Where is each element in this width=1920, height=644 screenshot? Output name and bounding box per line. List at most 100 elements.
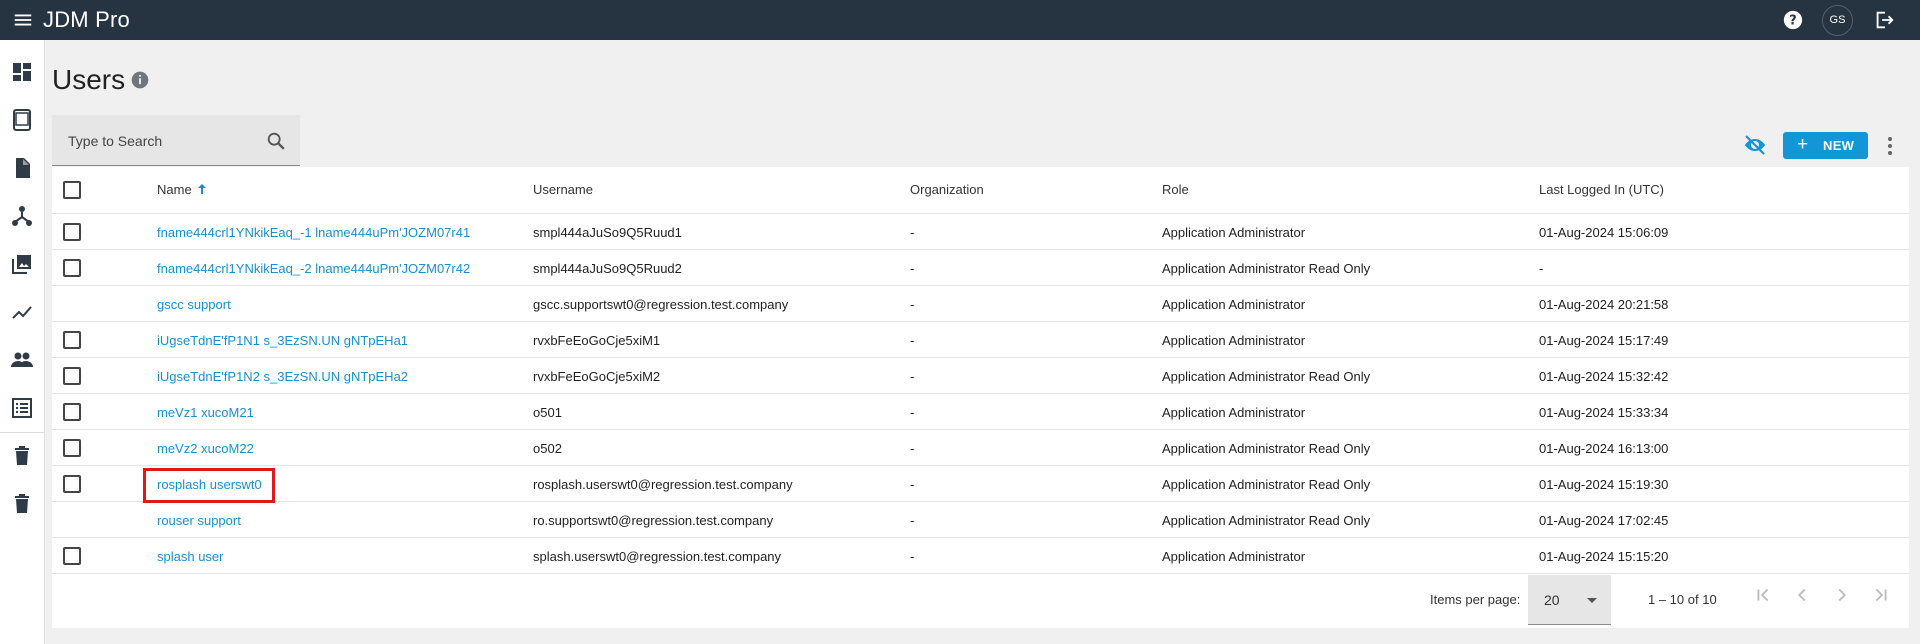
logout-icon[interactable]: [1873, 9, 1895, 31]
row-checkbox[interactable]: [63, 367, 81, 385]
user-name-link[interactable]: meVz2 xucoM22: [157, 441, 254, 456]
last-logged-in-cell: 01-Aug-2024 20:21:58: [1539, 297, 1669, 312]
search-icon[interactable]: [265, 130, 287, 152]
username-cell: splash.userswt0@regression.test.company: [533, 549, 782, 564]
image-library-icon[interactable]: [10, 252, 34, 276]
items-per-page-select[interactable]: 20: [1528, 575, 1611, 625]
search-input[interactable]: [68, 129, 258, 153]
table-row[interactable]: fname444crl1YNkikEaq_-2 lname444uPm'JOZM…: [52, 250, 1909, 286]
plus-icon: +: [1797, 134, 1809, 155]
table-row[interactable]: rouser support ro.supportswt0@regression.…: [52, 502, 1909, 538]
username-cell: rosplash.userswt0@regression.test.compan…: [533, 477, 793, 492]
row-checkbox[interactable]: [63, 403, 81, 421]
last-logged-in-cell: 01-Aug-2024 15:33:34: [1539, 405, 1669, 420]
last-page-icon[interactable]: [1870, 584, 1892, 606]
row-checkbox[interactable]: [63, 223, 81, 241]
column-header-last-logged-in[interactable]: Last Logged In (UTC): [1539, 182, 1664, 197]
organization-cell: -: [910, 261, 915, 276]
help-icon[interactable]: ?: [1782, 9, 1804, 31]
organization-cell: -: [910, 477, 915, 492]
user-name-link[interactable]: rouser support: [157, 513, 241, 528]
dropdown-caret-icon: [1587, 598, 1597, 603]
column-header-name[interactable]: Name: [157, 182, 208, 197]
row-checkbox[interactable]: [63, 475, 81, 493]
hierarchy-icon[interactable]: [10, 204, 34, 228]
trash-icon[interactable]: [10, 444, 34, 468]
items-per-page-value: 20: [1544, 592, 1560, 608]
username-cell: gscc.supportswt0@regression.test.company: [533, 297, 789, 312]
user-name-link[interactable]: fname444crl1YNkikEaq_-2 lname444uPm'JOZM…: [157, 261, 470, 276]
column-header-name-label: Name: [157, 182, 192, 197]
username-cell: o501: [533, 405, 562, 420]
previous-page-icon[interactable]: [1791, 584, 1813, 606]
column-header-role[interactable]: Role: [1162, 182, 1189, 197]
user-name-link[interactable]: iUgseTdnE'fP1N1 s_3EzSN.UN gNTpEHa1: [157, 333, 408, 348]
list-icon[interactable]: [10, 396, 34, 420]
role-cell: Application Administrator Read Only: [1162, 441, 1371, 456]
table-row[interactable]: gscc support gscc.supportswt0@regression.…: [52, 286, 1909, 322]
user-avatar[interactable]: GS: [1822, 5, 1853, 36]
select-all-checkbox[interactable]: [63, 181, 81, 199]
table-row[interactable]: fname444crl1YNkikEaq_-1 lname444uPm'JOZM…: [52, 214, 1909, 250]
username-cell: rvxbFeEoGoCje5xiM1: [533, 333, 661, 348]
user-name-link[interactable]: meVz1 xucoM21: [157, 405, 254, 420]
username-cell: ro.supportswt0@regression.test.company: [533, 513, 774, 528]
row-checkbox[interactable]: [63, 547, 81, 565]
role-cell: Application Administrator Read Only: [1162, 261, 1371, 276]
role-cell: Application Administrator: [1162, 225, 1306, 240]
table-row[interactable]: iUgseTdnE'fP1N1 s_3EzSN.UN gNTpEHa1 rvxbF…: [52, 322, 1909, 358]
user-name-link[interactable]: fname444crl1YNkikEaq_-1 lname444uPm'JOZM…: [157, 225, 470, 240]
last-logged-in-cell: 01-Aug-2024 15:15:20: [1539, 549, 1669, 564]
username-cell: rvxbFeEoGoCje5xiM2: [533, 369, 661, 384]
role-cell: Application Administrator: [1162, 297, 1306, 312]
tablet-icon[interactable]: [10, 108, 34, 132]
user-name-link[interactable]: splash user: [157, 549, 223, 564]
trash-icon[interactable]: [10, 492, 34, 516]
last-logged-in-cell: 01-Aug-2024 15:06:09: [1539, 225, 1669, 240]
more-vert-icon[interactable]: [1880, 134, 1900, 158]
first-page-icon[interactable]: [1752, 584, 1774, 606]
next-page-icon[interactable]: [1831, 584, 1853, 606]
username-cell: o502: [533, 441, 562, 456]
username-cell: smpl444aJuSo9Q5Ruud2: [533, 261, 682, 276]
table-header: Name Username Organization Role Last Log…: [52, 167, 1909, 214]
search-field: [52, 115, 300, 166]
visibility-off-icon[interactable]: [1743, 133, 1767, 157]
organization-cell: -: [910, 369, 915, 384]
last-logged-in-cell: 01-Aug-2024 17:02:45: [1539, 513, 1669, 528]
dashboard-icon[interactable]: [10, 60, 34, 84]
user-name-link[interactable]: gscc support: [157, 297, 231, 312]
people-icon[interactable]: [10, 348, 34, 372]
organization-cell: -: [910, 333, 915, 348]
user-name-link[interactable]: iUgseTdnE'fP1N2 s_3EzSN.UN gNTpEHa2: [157, 369, 408, 384]
last-logged-in-cell: -: [1539, 261, 1544, 276]
top-bar: JDM Pro ? GS: [0, 0, 1920, 40]
sort-ascending-icon: [197, 184, 206, 194]
column-header-organization[interactable]: Organization: [910, 182, 984, 197]
trend-icon[interactable]: [10, 300, 34, 324]
paginator: Items per page: 20 1 – 10 of 10: [52, 567, 1909, 628]
role-cell: Application Administrator Read Only: [1162, 369, 1371, 384]
new-user-button[interactable]: + NEW: [1783, 132, 1868, 159]
row-checkbox[interactable]: [63, 439, 81, 457]
row-checkbox[interactable]: [63, 331, 81, 349]
username-cell: smpl444aJuSo9Q5Ruud1: [533, 225, 682, 240]
table-row[interactable]: meVz1 xucoM21 o501 - Application Administra…: [52, 394, 1909, 430]
page-title: Users: [52, 64, 126, 95]
row-checkbox[interactable]: [63, 259, 81, 277]
organization-cell: -: [910, 549, 915, 564]
role-cell: Application Administrator: [1162, 549, 1306, 564]
document-icon[interactable]: [10, 156, 34, 180]
table-row[interactable]: iUgseTdnE'fP1N2 s_3EzSN.UN gNTpEHa2 rvxbF…: [52, 358, 1909, 394]
svg-text:?: ?: [1789, 14, 1796, 29]
info-icon[interactable]: [130, 70, 150, 90]
last-logged-in-cell: 01-Aug-2024 16:13:00: [1539, 441, 1669, 456]
role-cell: Application Administrator Read Only: [1162, 477, 1371, 492]
column-header-username[interactable]: Username: [533, 182, 593, 197]
new-button-label: NEW: [1823, 138, 1855, 153]
last-logged-in-cell: 01-Aug-2024 15:32:42: [1539, 369, 1669, 384]
menu-icon[interactable]: [12, 9, 34, 31]
table-row[interactable]: meVz2 xucoM22 o502 - Application Administra…: [52, 430, 1909, 466]
user-name-link[interactable]: rosplash userswt0: [157, 477, 262, 492]
table-row[interactable]: rosplash userswt0 rosplash.userswt0@regre…: [52, 466, 1909, 503]
